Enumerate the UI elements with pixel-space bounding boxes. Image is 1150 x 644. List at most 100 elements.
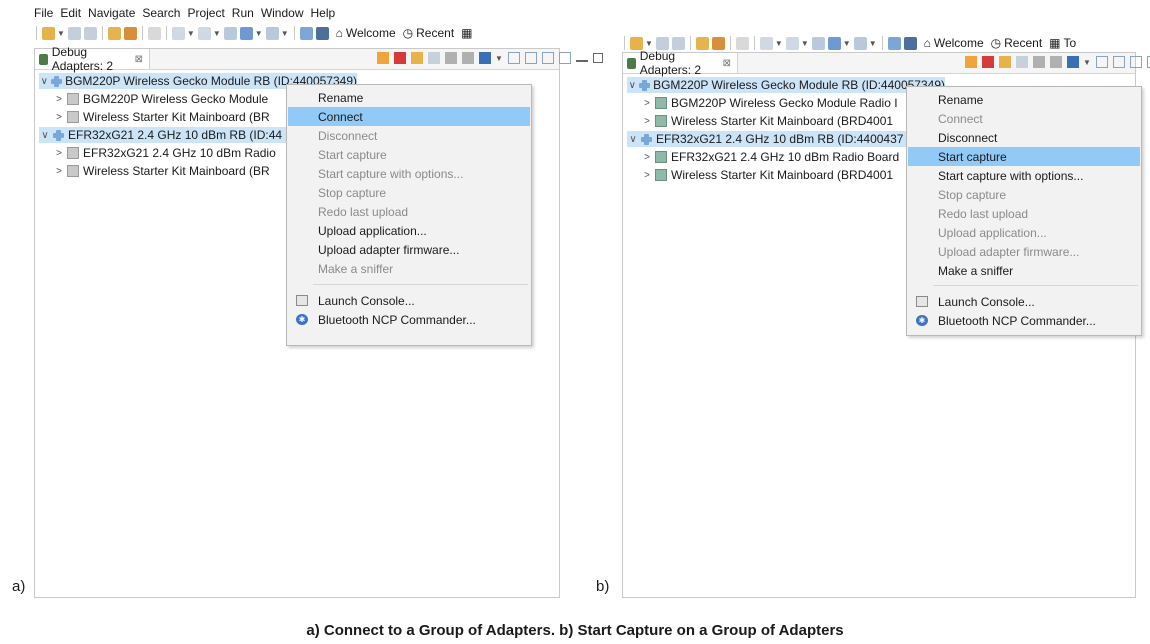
forward-icon[interactable] [265, 26, 279, 40]
menu-item-connect[interactable]: Connect [288, 107, 530, 126]
build-icon[interactable] [735, 36, 749, 50]
filter-icon[interactable] [541, 52, 554, 64]
tree-row-board[interactable]: > EFR32xG21 2.4 GHz 10 dBm Radio Board [641, 149, 899, 165]
new-icon[interactable] [630, 36, 643, 50]
collapse-chevron-icon[interactable]: > [53, 166, 65, 177]
menu-item-redo-last-upload[interactable]: Redo last upload [908, 204, 1140, 223]
menu-item-make-sniffer[interactable]: Make a sniffer [908, 261, 1140, 280]
back-icon[interactable] [239, 26, 253, 40]
tree-row-board[interactable]: > Wireless Starter Kit Mainboard (BRD400… [641, 113, 893, 129]
save-icon[interactable] [67, 26, 81, 40]
menu-item-stop-capture[interactable]: Stop capture [908, 185, 1140, 204]
filter-icon[interactable] [1129, 56, 1142, 68]
dropdown-arrow-icon[interactable]: ▼ [187, 29, 195, 38]
menu-item-launch-console[interactable]: Launch Console... [908, 292, 1140, 311]
edit-icon[interactable] [428, 52, 440, 64]
collapse-chevron-icon[interactable]: > [53, 112, 65, 123]
menu-item-redo-last-upload[interactable]: Redo last upload [288, 202, 530, 221]
collapse-all-icon[interactable] [1095, 56, 1108, 68]
gear-icon[interactable] [1067, 56, 1079, 68]
menu-item-bluetooth-ncp-commander[interactable]: ✱ Bluetooth NCP Commander... [288, 310, 530, 329]
menu-item-stop-capture[interactable]: Stop capture [288, 183, 530, 202]
menu-item-rename[interactable]: Rename [288, 88, 530, 107]
dropdown-arrow-icon[interactable]: ▼ [213, 29, 221, 38]
open-project-icon[interactable] [711, 36, 725, 50]
collapse-chevron-icon[interactable]: > [641, 116, 653, 127]
expand-chevron-icon[interactable]: ∨ [627, 80, 637, 91]
collapse-chevron-icon[interactable]: > [53, 148, 65, 159]
tree-row-board[interactable]: > BGM220P Wireless Gecko Module Radio I [641, 95, 897, 111]
welcome-button[interactable]: ⌂ Welcome [336, 26, 396, 40]
save-icon[interactable] [655, 36, 669, 50]
gear-icon[interactable] [479, 52, 491, 64]
grid-icon[interactable]: ▦ [461, 26, 472, 40]
back-icon[interactable] [827, 36, 841, 50]
back-arrow-icon[interactable] [223, 26, 237, 40]
dropdown-arrow-icon[interactable]: ▼ [1083, 58, 1091, 67]
collapse-chevron-icon[interactable]: > [53, 94, 65, 105]
menu-item-connect[interactable]: Connect [908, 109, 1140, 128]
new-icon[interactable] [42, 26, 55, 40]
collapse-all-icon[interactable] [507, 52, 520, 64]
delete-all-icon[interactable] [1050, 56, 1062, 68]
close-icon[interactable]: ⊠ [723, 58, 731, 69]
prev-annotation-icon[interactable] [785, 36, 799, 50]
launcher-icon[interactable] [887, 36, 901, 50]
close-icon[interactable]: ⊠ [135, 54, 143, 65]
menu-item-start-capture-options[interactable]: Start capture with options... [288, 164, 530, 183]
maximize-icon[interactable] [592, 53, 603, 63]
tree-row-board[interactable]: > Wireless Starter Kit Mainboard (BR [53, 163, 270, 179]
prev-annotation-icon[interactable] [197, 26, 211, 40]
expand-all-icon[interactable] [558, 52, 571, 64]
refresh-icon[interactable] [965, 56, 977, 68]
menu-window[interactable]: Window [261, 6, 304, 22]
delete-all-icon[interactable] [462, 52, 474, 64]
link-icon[interactable] [1112, 56, 1125, 68]
menu-item-upload-application[interactable]: Upload application... [288, 221, 530, 240]
welcome-button[interactable]: ⌂ Welcome [924, 36, 984, 50]
tree-row-board[interactable]: > EFR32xG21 2.4 GHz 10 dBm Radio [53, 145, 276, 161]
remove-icon[interactable] [394, 52, 406, 64]
tree-row-adapter[interactable]: ∨ EFR32xG21 2.4 GHz 10 dBm RB (ID:440043… [627, 131, 909, 147]
dropdown-arrow-icon[interactable]: ▼ [281, 29, 289, 38]
dropdown-arrow-icon[interactable]: ▼ [843, 39, 851, 48]
expand-chevron-icon[interactable]: ∨ [39, 76, 49, 87]
build-icon[interactable] [147, 26, 161, 40]
menu-item-rename[interactable]: Rename [908, 90, 1140, 109]
menu-item-start-capture[interactable]: Start capture [288, 145, 530, 164]
tree-row-adapter[interactable]: ∨ EFR32xG21 2.4 GHz 10 dBm RB (ID:44 [39, 127, 289, 143]
save-all-icon[interactable] [671, 36, 685, 50]
folder-icon[interactable] [411, 52, 423, 64]
menu-navigate[interactable]: Navigate [88, 6, 135, 22]
menu-project[interactable]: Project [187, 6, 224, 22]
delete-icon[interactable] [1033, 56, 1045, 68]
save-all-icon[interactable] [83, 26, 97, 40]
dropdown-arrow-icon[interactable]: ▼ [495, 54, 503, 63]
dropdown-arrow-icon[interactable]: ▼ [801, 39, 809, 48]
dropdown-arrow-icon[interactable]: ▼ [645, 39, 653, 48]
menu-help[interactable]: Help [311, 6, 336, 22]
menu-search[interactable]: Search [142, 6, 180, 22]
dropdown-arrow-icon[interactable]: ▼ [775, 39, 783, 48]
remove-icon[interactable] [982, 56, 994, 68]
open-folder-icon[interactable] [107, 26, 121, 40]
expand-chevron-icon[interactable]: ∨ [39, 130, 51, 141]
delete-icon[interactable] [445, 52, 457, 64]
open-folder-icon[interactable] [695, 36, 709, 50]
tree-row-board[interactable]: > Wireless Starter Kit Mainboard (BRD400… [641, 167, 893, 183]
menu-item-upload-adapter-firmware[interactable]: Upload adapter firmware... [908, 242, 1140, 261]
dropdown-arrow-icon[interactable]: ▼ [57, 29, 65, 38]
perspective-icon[interactable] [315, 26, 329, 40]
menu-item-disconnect[interactable]: Disconnect [908, 128, 1140, 147]
tree-row-board[interactable]: > BGM220P Wireless Gecko Module [53, 91, 268, 107]
recent-button[interactable]: ◷ Recent [991, 36, 1043, 50]
tree-row-board[interactable]: > Wireless Starter Kit Mainboard (BR [53, 109, 270, 125]
tree-row-adapter[interactable]: ∨ BGM220P Wireless Gecko Module RB (ID:4… [627, 77, 945, 93]
collapse-chevron-icon[interactable]: > [641, 152, 653, 163]
collapse-chevron-icon[interactable]: > [641, 170, 653, 181]
menu-item-upload-adapter-firmware[interactable]: Upload adapter firmware... [288, 240, 530, 259]
menu-edit[interactable]: Edit [60, 6, 81, 22]
tab-debug-adapters[interactable]: Debug Adapters: 2 ⊠ [35, 45, 150, 73]
expand-chevron-icon[interactable]: ∨ [627, 134, 639, 145]
menu-item-start-capture[interactable]: Start capture [908, 147, 1140, 166]
